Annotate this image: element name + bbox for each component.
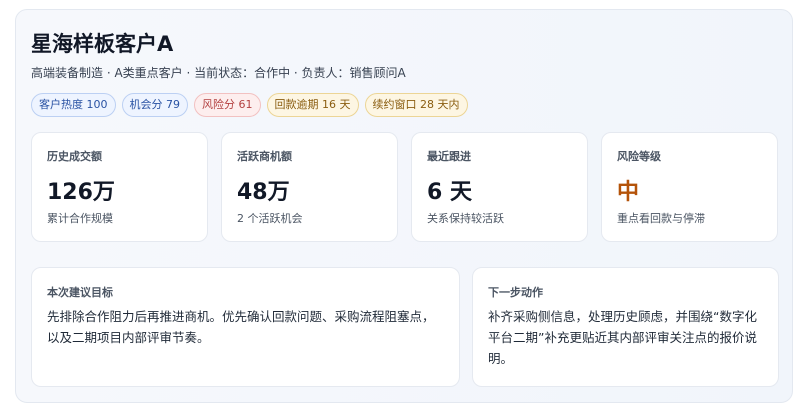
stat-card-risk-level: 风险等级 中 重点看回款与停滞 bbox=[601, 132, 778, 242]
stat-value: 48万 bbox=[237, 180, 290, 205]
stat-label: 风险等级 bbox=[617, 150, 661, 163]
stat-card-last-followup: 最近跟进 6 天 关系保持较活跃 bbox=[411, 132, 588, 242]
badge-opportunity-score: 机会分 79 bbox=[121, 93, 188, 117]
customer-subtitle: 高端装备制造 · A类重点客户 · 当前状态：合作中 · 负责人：销售顾问A bbox=[31, 66, 406, 80]
next-action-card: 下一步动作 补齐采购侧信息，处理历史顾虑，并围绕“数字化平台二期”补充更贴近其内… bbox=[472, 267, 779, 387]
stat-note: 累计合作规模 bbox=[47, 212, 113, 225]
stat-value: 126万 bbox=[47, 180, 115, 205]
next-action-label: 下一步动作 bbox=[488, 286, 543, 299]
stat-label: 活跃商机额 bbox=[237, 150, 292, 163]
badge-renewal-window: 续约窗口 28 天内 bbox=[364, 93, 468, 117]
stat-label: 历史成交额 bbox=[47, 150, 102, 163]
goal-text: 先排除合作阻力后再推进商机。优先确认回款问题、采购流程阻塞点，以及二期项目内部评… bbox=[47, 309, 435, 345]
stat-note: 关系保持较活跃 bbox=[427, 212, 504, 225]
badge-payment-overdue: 回款逾期 16 天 bbox=[266, 93, 359, 117]
customer-title: 星海样板客户A bbox=[31, 32, 174, 56]
badge-risk-score: 风险分 61 bbox=[194, 93, 261, 117]
stat-card-active-opportunities: 活跃商机额 48万 2 个活跃机会 bbox=[221, 132, 398, 242]
goal-label: 本次建议目标 bbox=[47, 286, 113, 299]
stat-value: 中 bbox=[617, 180, 640, 205]
goal-card: 本次建议目标 先排除合作阻力后再推进商机。优先确认回款问题、采购流程阻塞点，以及… bbox=[31, 267, 460, 387]
badge-row: 客户热度 100 机会分 79 风险分 61 回款逾期 16 天 续约窗口 28… bbox=[31, 93, 468, 117]
next-action-text: 补齐采购侧信息，处理历史顾虑，并围绕“数字化平台二期”补充更贴近其内部评审关注点… bbox=[488, 309, 757, 366]
stat-note: 重点看回款与停滞 bbox=[617, 212, 705, 225]
badge-customer-heat: 客户热度 100 bbox=[31, 93, 116, 117]
stat-value: 6 天 bbox=[427, 180, 472, 205]
stat-card-historical-deals: 历史成交额 126万 累计合作规模 bbox=[31, 132, 208, 242]
stat-note: 2 个活跃机会 bbox=[237, 212, 303, 225]
stat-label: 最近跟进 bbox=[427, 150, 471, 163]
